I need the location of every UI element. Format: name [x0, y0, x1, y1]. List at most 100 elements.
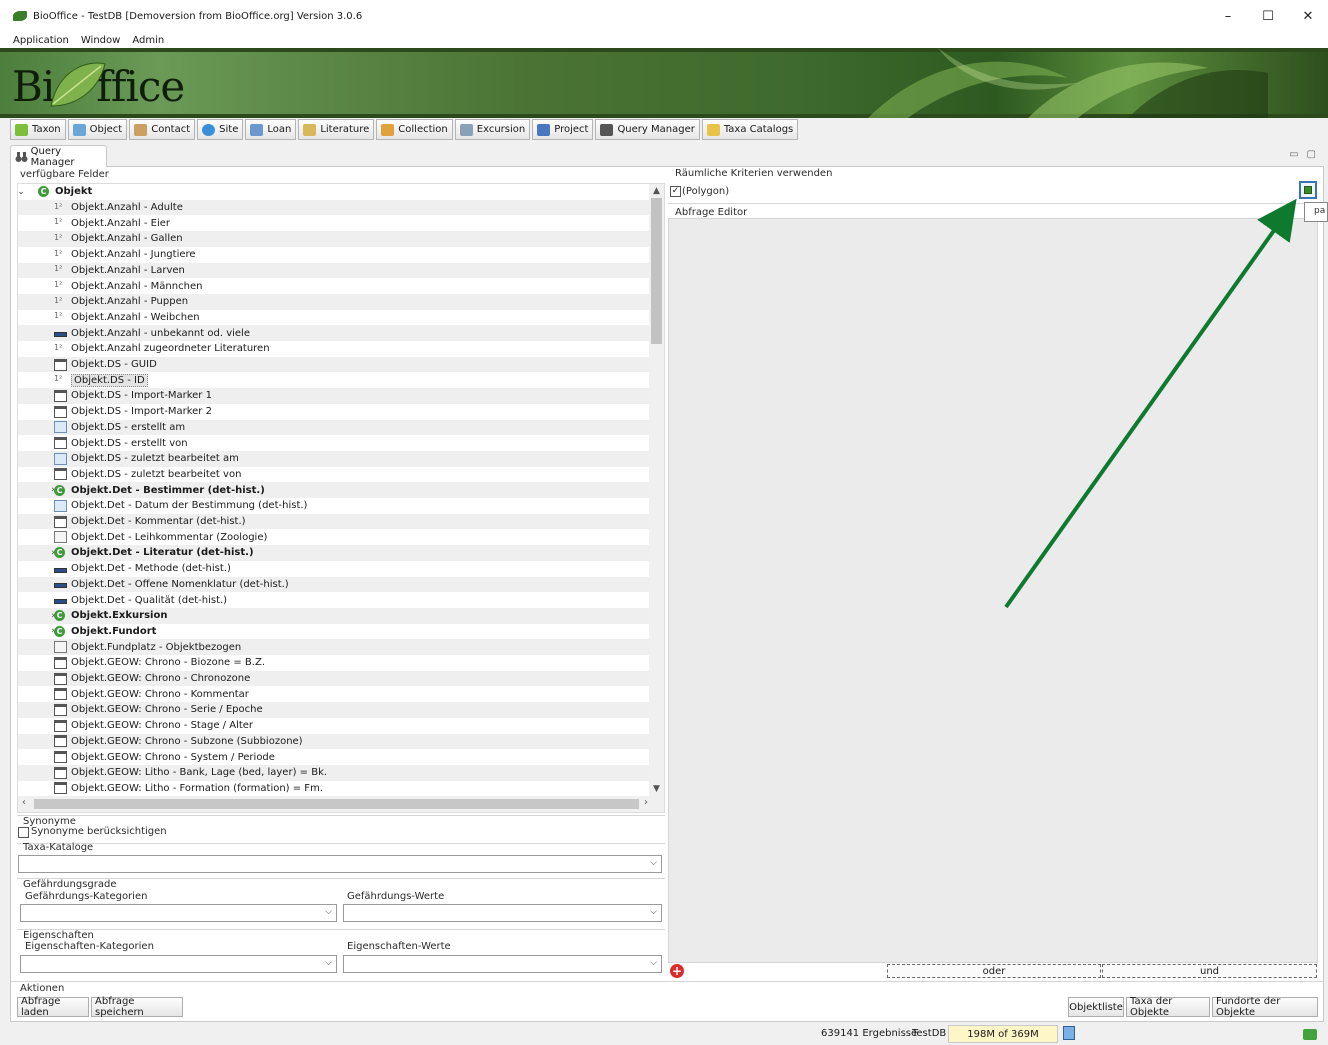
scroll-down-icon[interactable]: ▼: [649, 784, 664, 794]
tree-row[interactable]: Objekt.GEOW: Chrono - Serie / Epoche: [18, 702, 650, 718]
toolbar-loan-button[interactable]: Loan: [245, 119, 297, 140]
gefaehrdung-werte-combo[interactable]: ⌵: [343, 904, 662, 922]
add-criterion-icon[interactable]: +: [670, 964, 684, 978]
tree-row[interactable]: 1² Objekt.Anzahl - Gallen: [18, 231, 650, 247]
tree-row[interactable]: 1² Objekt.Anzahl - Männchen: [18, 278, 650, 294]
scroll-left-icon[interactable]: ‹: [22, 797, 26, 808]
tree-row[interactable]: Objekt.GEOW: Chrono - Chronozone: [18, 670, 650, 687]
horizontal-scrollbar[interactable]: ‹ ›: [18, 796, 664, 812]
gefaehrdung-kategorien-combo[interactable]: ⌵: [20, 904, 337, 922]
polygon-tooltip: pa: [1304, 202, 1328, 222]
tree-row[interactable]: 1² Objekt.Anzahl - Weibchen: [18, 310, 650, 326]
tree-row[interactable]: Objekt.Det - Methode (det-hist.): [18, 561, 650, 577]
polygon-select-button[interactable]: [1299, 181, 1317, 199]
toolbar-taxa-catalogs-button[interactable]: Taxa Catalogs: [701, 119, 799, 140]
minimize-button[interactable]: –: [1208, 0, 1248, 32]
toolbar-site-button[interactable]: Site: [197, 119, 244, 140]
close-button[interactable]: ✕: [1288, 0, 1328, 32]
fields-tree[interactable]: ⌄ C Objekt 1² Objekt.Anzahl - Adulte 1² Objekt…: [18, 184, 650, 796]
tree-row[interactable]: 1² Objekt.Anzahl - Adulte: [18, 199, 650, 216]
toolbar-button-label: Site: [219, 124, 239, 135]
save-query-button[interactable]: Abfrage speichern: [91, 996, 183, 1018]
memo-field-icon: [54, 641, 67, 654]
menu-window[interactable]: Window: [81, 35, 120, 46]
load-query-button[interactable]: Abfrage laden: [17, 996, 89, 1018]
tree-row[interactable]: 1² Objekt.Anzahl - Eier: [18, 215, 650, 231]
chevron-down-icon[interactable]: ⌄: [18, 187, 26, 197]
fundorte-der-objekte-button[interactable]: Fundorte der Objekte: [1212, 996, 1318, 1018]
tree-row-label: Objekt.GEOW: Litho - Bank, Lage (bed, la…: [71, 767, 328, 779]
tree-row[interactable]: Objekt.GEOW: Chrono - Biozone = B.Z.: [18, 655, 650, 671]
view-minimize-button[interactable]: ▭: [1289, 149, 1298, 160]
eigenschaften-werte-combo[interactable]: ⌵: [343, 955, 662, 973]
class-icon: C: [54, 547, 65, 559]
toolbar-taxon-button[interactable]: Taxon: [10, 119, 66, 140]
scroll-right-icon[interactable]: ›: [644, 797, 648, 808]
tree-row[interactable]: Objekt.DS - erstellt von: [18, 435, 650, 451]
result-count: 639141 Ergebnisse: [821, 1028, 918, 1039]
tab-query-manager[interactable]: Query Manager: [10, 145, 107, 168]
tree-row[interactable]: Objekt.DS - erstellt am: [18, 419, 650, 436]
tree-row[interactable]: Objekt.GEOW: Litho - Bank, Lage (bed, la…: [18, 764, 650, 781]
taxa-kataloge-combo[interactable]: ⌵: [18, 855, 662, 873]
objektliste-button[interactable]: Objektliste: [1068, 997, 1124, 1017]
tree-row[interactable]: 1² Objekt.Anzahl - Puppen: [18, 293, 650, 310]
synonyme-checkbox[interactable]: [18, 827, 29, 838]
synonyme-checkbox-label: Synonyme berücksichtigen: [31, 826, 167, 837]
tree-row[interactable]: Objekt.GEOW: Chrono - Kommentar: [18, 686, 650, 702]
toolbar-collection-button[interactable]: Collection: [376, 119, 453, 140]
tree-row[interactable]: ⌄ C Objekt: [18, 184, 650, 200]
tree-row[interactable]: Objekt.Det - Datum der Bestimmung (det-h…: [18, 498, 650, 514]
tree-row[interactable]: 1² Objekt.DS - ID: [18, 372, 650, 388]
toolbar-excursion-button[interactable]: Excursion: [454, 119, 531, 140]
toolbar-literature-button[interactable]: Literature: [298, 119, 375, 140]
tree-row[interactable]: Objekt.Det - Leihkommentar (Zoologie): [18, 529, 650, 545]
toolbar-contact-button[interactable]: Contact: [129, 119, 196, 140]
toolbar-project-button[interactable]: Project: [532, 119, 594, 140]
tree-row[interactable]: Objekt.DS - GUID: [18, 356, 650, 373]
scroll-up-icon[interactable]: ▲: [649, 186, 664, 196]
tree-row[interactable]: › C Objekt.Exkursion: [18, 607, 650, 624]
tree-row-label: Objekt.Det - Leihkommentar (Zoologie): [71, 531, 268, 543]
toolbar-object-button[interactable]: Object: [67, 119, 128, 140]
scrollbar-thumb[interactable]: [34, 799, 639, 809]
tree-row[interactable]: Objekt.Det - Kommentar (det-hist.): [18, 513, 650, 530]
tree-row[interactable]: 1² Objekt.Anzahl - Larven: [18, 262, 650, 279]
taxa-der-objekte-button[interactable]: Taxa der Objekte: [1126, 996, 1210, 1018]
eigenschaften-kategorien-combo[interactable]: ⌵: [20, 955, 337, 973]
text-field-icon: [54, 766, 67, 779]
query-editor-canvas[interactable]: [668, 218, 1318, 963]
trash-icon[interactable]: [1063, 1026, 1075, 1040]
tree-row[interactable]: › C Objekt.Det - Literatur (det-hist.): [18, 545, 650, 561]
view-maximize-button[interactable]: ▢: [1307, 149, 1316, 160]
maximize-button[interactable]: ☐: [1248, 0, 1288, 32]
tree-row[interactable]: Objekt.DS - Import-Marker 2: [18, 404, 650, 420]
tree-row[interactable]: › C Objekt.Det - Bestimmer (det-hist.): [18, 482, 650, 498]
vertical-scrollbar[interactable]: ▲ ▼: [649, 184, 664, 796]
tree-row[interactable]: Objekt.Det - Qualität (det-hist.): [18, 592, 650, 608]
tree-row[interactable]: Objekt.GEOW: Chrono - Subzone (Subbiozon…: [18, 733, 650, 750]
menu-application[interactable]: Application: [13, 35, 69, 46]
tree-row[interactable]: › C Objekt.Fundort: [18, 624, 650, 640]
tree-row[interactable]: Objekt.Anzahl - unbekannt od. viele: [18, 325, 650, 341]
tree-row[interactable]: Objekt.DS - zuletzt bearbeitet von: [18, 467, 650, 483]
tree-row[interactable]: Objekt.GEOW: Chrono - System / Periode: [18, 749, 650, 765]
and-operator-dropzone[interactable]: und: [1102, 964, 1317, 978]
scrollbar-thumb[interactable]: [651, 198, 662, 344]
or-operator-dropzone[interactable]: oder: [887, 964, 1101, 978]
tree-row-label: Objekt.Anzahl - Adulte: [71, 202, 183, 214]
tree-row[interactable]: Objekt.DS - Import-Marker 1: [18, 388, 650, 404]
numeric-field-icon: 1²: [54, 311, 63, 321]
toolbar-query-manager-button[interactable]: Query Manager: [595, 119, 700, 140]
tree-row[interactable]: 1² Objekt.Anzahl zugeordneter Literaturen: [18, 341, 650, 357]
cube-icon: [72, 123, 86, 136]
menu-admin[interactable]: Admin: [132, 35, 164, 46]
tree-row[interactable]: Objekt.Det - Offene Nomenklatur (det-his…: [18, 576, 650, 593]
tree-row[interactable]: Objekt.DS - zuletzt bearbeitet am: [18, 450, 650, 467]
flag-icon: [537, 123, 551, 136]
polygon-checkbox[interactable]: ✓: [670, 186, 681, 197]
tree-row[interactable]: Objekt.Fundplatz - Objektbezogen: [18, 639, 650, 655]
tree-row[interactable]: Objekt.GEOW: Chrono - Stage / Alter: [18, 718, 650, 734]
tree-row[interactable]: Objekt.GEOW: Litho - Formation (formatio…: [18, 781, 650, 797]
tree-row[interactable]: 1² Objekt.Anzahl - Jungtiere: [18, 247, 650, 263]
